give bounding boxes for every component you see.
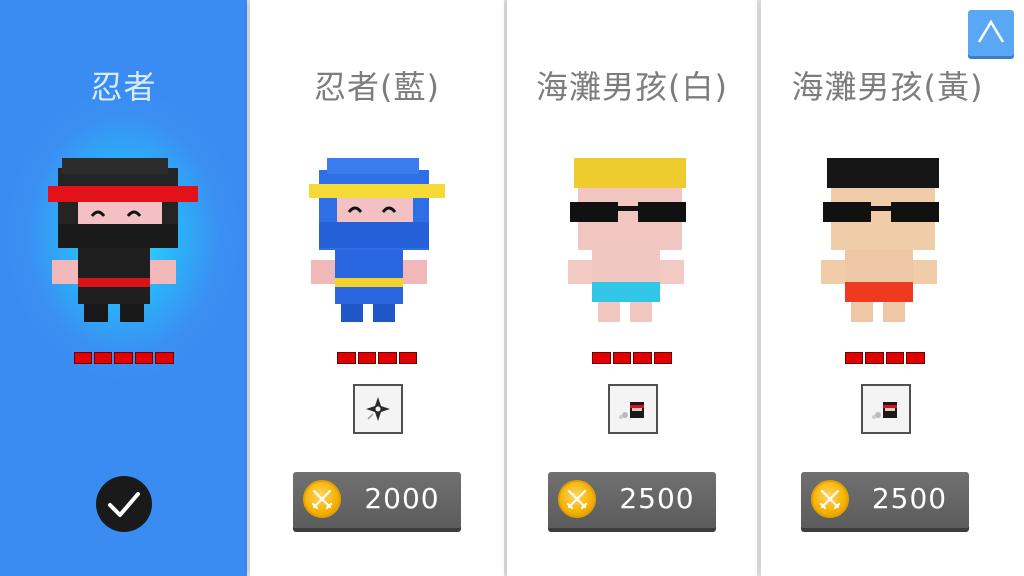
character-card-ninja-blue[interactable]: 忍者(藍) 2000 — [250, 0, 504, 576]
power-segment — [612, 352, 631, 364]
power-segment — [337, 352, 356, 364]
character-name: 忍者(藍) — [314, 68, 440, 106]
power-segment — [592, 352, 611, 364]
character-name: 海灘男孩(黃) — [791, 68, 984, 106]
power-segment — [906, 352, 925, 364]
checkmark-icon — [107, 492, 140, 517]
character-card-ninja[interactable]: 忍者 — [0, 0, 247, 576]
price-label: 2500 — [619, 482, 695, 515]
skill-slot — [353, 384, 403, 434]
ninja-blue-figure — [309, 158, 445, 322]
power-segment — [885, 352, 904, 364]
ninja-black-figure — [47, 158, 198, 322]
selected-checkmark — [95, 476, 152, 532]
power-bar — [337, 352, 417, 364]
coin-icon — [810, 480, 849, 518]
beach-boy-white-figure — [568, 158, 686, 322]
crossed-swords-icon — [566, 489, 588, 510]
coin-icon — [303, 480, 341, 518]
power-segment — [73, 352, 92, 364]
power-segment — [378, 352, 397, 364]
scroll-up-button[interactable] — [968, 10, 1014, 56]
skill-slot — [608, 384, 658, 434]
price-label: 2500 — [871, 482, 948, 515]
power-segment — [398, 352, 417, 364]
ninja-dash-icon — [619, 402, 644, 419]
power-bar — [73, 352, 174, 364]
shuriken-icon — [366, 397, 390, 421]
crossed-swords-icon — [819, 489, 840, 510]
character-card-beach-boy-yellow[interactable]: 海灘男孩(黃) 2500 — [761, 0, 1024, 576]
beach-boy-yellow-figure — [820, 158, 939, 322]
buy-button[interactable]: 2500 — [800, 472, 969, 528]
chevron-up-icon — [977, 19, 1005, 43]
power-segment — [155, 352, 174, 364]
price-label: 2000 — [364, 482, 440, 515]
power-segment — [653, 352, 672, 364]
buy-button[interactable]: 2000 — [293, 472, 461, 528]
power-segment — [865, 352, 884, 364]
power-segment — [357, 352, 376, 364]
power-segment — [633, 352, 652, 364]
ninja-dash-icon — [871, 402, 897, 419]
buy-button[interactable]: 2500 — [548, 472, 716, 528]
power-segment — [93, 352, 113, 364]
power-segment — [134, 352, 154, 364]
power-bar — [592, 352, 672, 364]
character-name: 海灘男孩(白) — [536, 68, 728, 106]
coin-icon — [558, 480, 596, 518]
power-bar — [844, 352, 925, 364]
power-segment — [114, 352, 133, 364]
character-select-screen: 忍者 忍者(藍) 2000 海灘男孩(白) 2500 海灘男孩(黃) 2500 — [0, 0, 1024, 576]
character-name: 忍者 — [90, 68, 157, 106]
character-card-beach-boy-white[interactable]: 海灘男孩(白) 2500 — [507, 0, 757, 576]
power-segment — [844, 352, 863, 364]
crossed-swords-icon — [311, 489, 333, 510]
skill-slot — [860, 384, 911, 434]
